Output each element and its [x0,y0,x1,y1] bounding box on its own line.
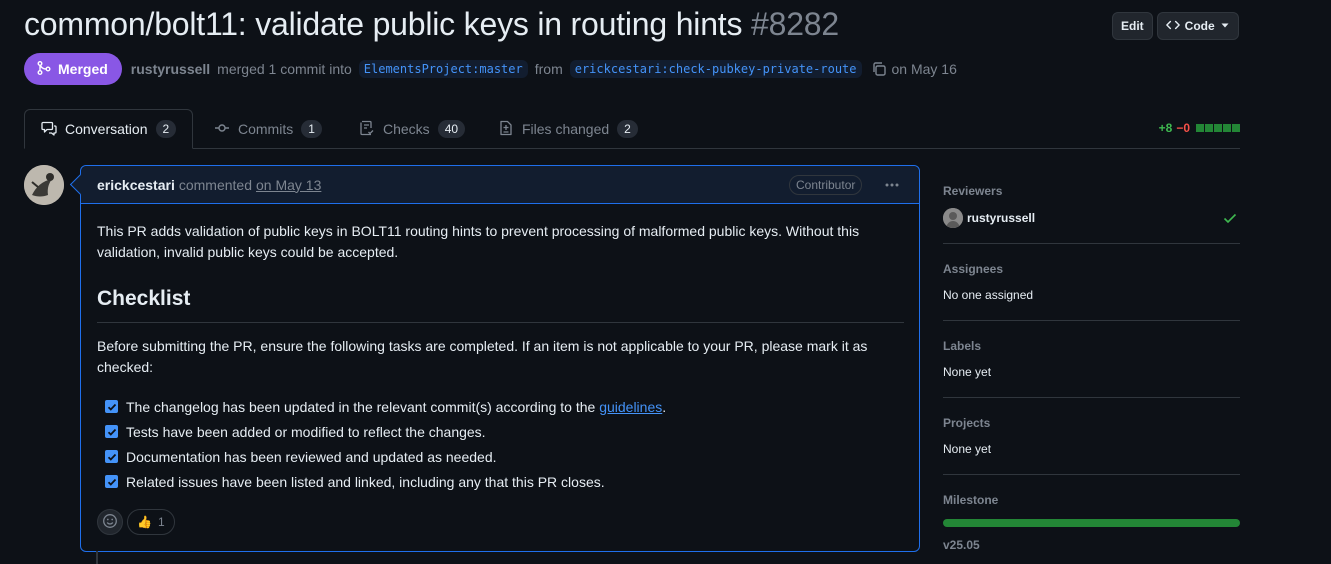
milestone-title[interactable]: Milestone [943,491,1240,509]
reaction-count: 1 [157,515,165,529]
tab-commits-count: 1 [301,120,322,138]
timeline-line [96,551,98,564]
merger-link[interactable]: rustyrussell [131,61,210,77]
checklist-paragraph: Before submitting the PR, ensure the fol… [97,338,868,375]
comment-intro-text: This PR adds validation of public keys i… [97,223,860,260]
task-text: Tests have been added or modified to ref… [126,423,486,440]
task-list: The changelog has been updated in the re… [105,394,666,494]
comment-date[interactable]: on May 13 [256,177,321,193]
edit-button[interactable]: Edit [1112,12,1153,40]
from-text: from [534,61,563,77]
merge-icon [36,60,52,79]
diffstat-deletions: −0 [1176,121,1190,135]
tab-checks-label: Checks [383,121,430,137]
pr-number: #8282 [751,6,839,42]
assignees-section: Assignees No one assigned [943,244,1240,321]
diffstat: +8 −0 [1159,121,1240,135]
commit-icon [214,120,230,139]
task-text-after: . [662,398,667,415]
guidelines-link[interactable]: guidelines [599,399,662,415]
diffstat-blocks [1196,124,1240,132]
tab-checks[interactable]: Checks 40 [359,109,466,149]
avatar[interactable] [24,165,64,205]
checkbox-checked-icon[interactable] [105,450,118,463]
reactions-bar: 👍 1 [97,509,175,535]
edit-button-label: Edit [1121,19,1144,33]
contributor-badge: Contributor [789,175,863,195]
projects-value: None yet [943,442,992,456]
comment-header: erickcestari commented on May 13 Contrib… [81,166,919,204]
reviewers-section: Reviewers rustyrussell [943,167,1240,244]
code-button-label: Code [1184,19,1215,33]
tab-commits[interactable]: Commits 1 [214,109,322,149]
head-branch[interactable]: erickcestari:check-pubkey-private-route [569,60,862,78]
comment-box: erickcestari commented on May 13 Contrib… [80,165,920,552]
comment-discussion-icon [41,120,57,139]
copy-icon[interactable] [871,61,887,77]
checkbox-checked-icon[interactable] [105,400,118,413]
checklist-icon [359,120,375,139]
task-item: Documentation has been reviewed and upda… [105,444,666,469]
pr-title: common/bolt11: validate public keys in r… [24,6,839,43]
smiley-icon [102,513,118,532]
base-branch[interactable]: ElementsProject:master [358,60,528,78]
tab-commits-label: Commits [238,121,294,137]
task-item: Related issues have been listed and link… [105,469,666,494]
merged-date: on May 16 [891,61,957,77]
code-icon [1165,18,1180,35]
checkbox-checked-icon[interactable] [105,475,118,488]
comment-author[interactable]: erickcestari [97,177,175,193]
merged-text: merged 1 commit into [217,61,352,77]
add-reaction-button[interactable] [97,509,123,535]
tab-conversation[interactable]: Conversation 2 [24,109,194,149]
pr-title-text: common/bolt11: validate public keys in r… [24,6,743,42]
check-icon [1222,210,1238,229]
comment-action: commented [178,176,252,193]
state-label: Merged [58,61,108,77]
kebab-horizontal-icon[interactable] [881,174,903,196]
reviewer-item[interactable]: rustyrussell [943,208,1240,228]
state-badge: Merged [24,53,122,85]
tab-conversation-label: Conversation [65,121,148,137]
tab-files-changed-label: Files changed [522,121,610,137]
milestone-progress-bar [943,519,1240,527]
checklist-heading: Checklist [97,284,904,323]
reviewer-avatar [943,208,963,228]
projects-section: Projects None yet [943,398,1240,475]
labels-section: Labels None yet [943,321,1240,398]
task-text: Documentation has been reviewed and upda… [126,448,497,465]
tab-conversation-count: 2 [155,120,177,138]
task-text: The changelog has been updated in the re… [126,399,666,415]
diffstat-additions: +8 [1158,121,1173,135]
tab-checks-count: 40 [437,120,466,138]
code-button[interactable]: Code [1156,12,1239,40]
milestone-section: Milestone v25.05 [943,475,1240,554]
thumbs-up-reaction[interactable]: 👍 1 [127,509,175,535]
task-text-main: The changelog has been updated in the re… [126,398,600,415]
comment-intro: This PR adds validation of public keys i… [97,221,904,263]
assignees-value: No one assigned [943,288,1034,302]
pr-meta: Merged rustyrussell merged 1 commit into… [24,53,957,85]
header-actions: Edit Code [1112,12,1239,40]
reviewer-name: rustyrussell [967,211,1036,225]
projects-title[interactable]: Projects [943,414,1240,432]
labels-value: None yet [943,365,992,379]
tab-files-changed-count: 2 [617,120,638,138]
assignees-title[interactable]: Assignees [943,260,1240,278]
file-diff-icon [498,120,514,139]
sidebar: Reviewers rustyrussell Assignees No one … [943,167,1240,554]
pr-tabs: Conversation 2 Commits 1 Checks 40 Files… [24,109,1240,149]
labels-title[interactable]: Labels [943,337,1240,355]
task-item: Tests have been added or modified to ref… [105,419,666,444]
reviewers-title[interactable]: Reviewers [943,182,1240,200]
checkbox-checked-icon[interactable] [105,425,118,438]
task-text: Related issues have been listed and link… [126,473,605,490]
task-item: The changelog has been updated in the re… [105,394,666,419]
tab-files-changed[interactable]: Files changed 2 [498,109,638,149]
triangle-down-icon [1220,19,1230,33]
thumbs-up-icon: 👍 [137,515,152,529]
milestone-value[interactable]: v25.05 [943,536,1240,554]
